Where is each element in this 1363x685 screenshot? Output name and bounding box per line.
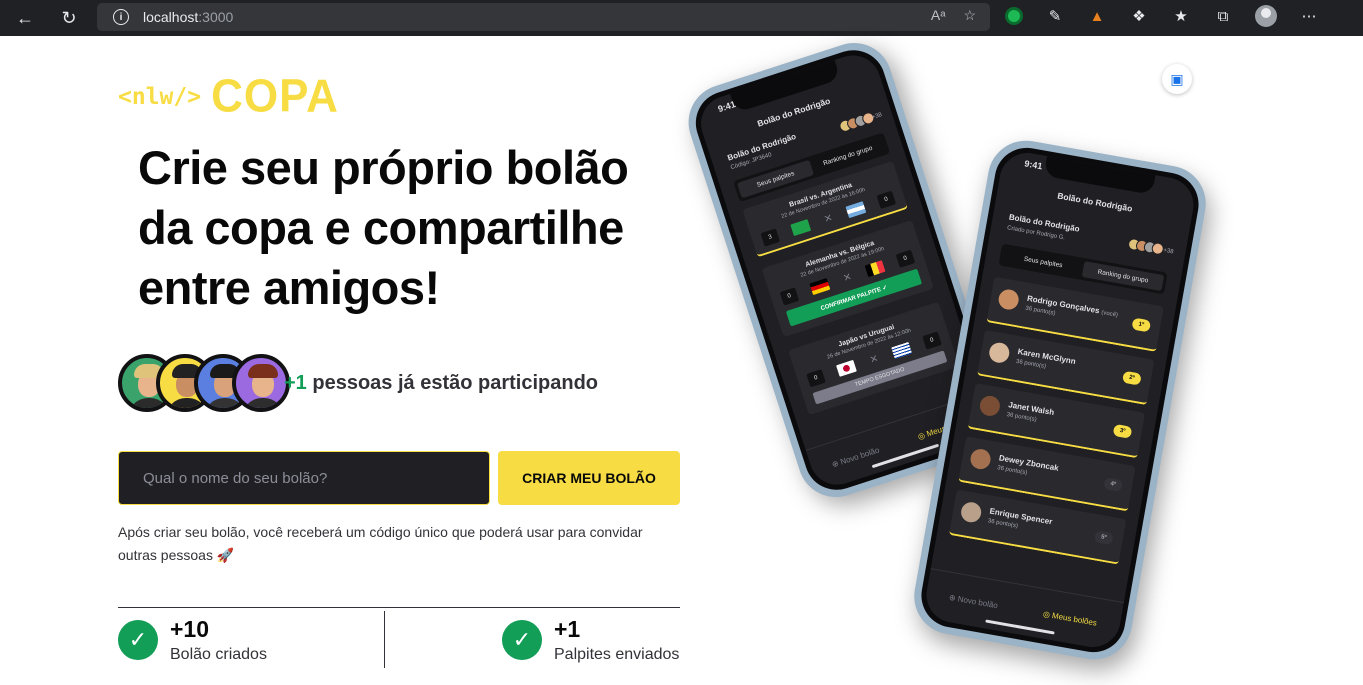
extension-pen-icon[interactable]: ✎: [1045, 6, 1065, 26]
ranking-avatar: [997, 287, 1021, 312]
ranking-avatar: [968, 447, 993, 471]
phone-mini-avatars: [1127, 237, 1165, 256]
site-info-icon[interactable]: i: [113, 9, 129, 25]
ranking-avatar: [959, 500, 983, 524]
stat-pools: ✓ +10 Bolão criados: [118, 616, 267, 664]
check-icon: ✓: [502, 620, 542, 660]
info-text: Após criar seu bolão, você receberá um c…: [118, 524, 643, 563]
phone-bottom-nav: ⊕ Novo bolão ◎ Meus bolões: [922, 568, 1124, 652]
address-bar[interactable]: i localhost:3000 Aᵃ ☆: [97, 3, 990, 31]
favorites-icon[interactable]: ★: [1171, 6, 1191, 26]
phone-time: 9:41: [1023, 158, 1044, 172]
phone-mockup-front: 9:41 Bolão do Rodrigão Bolão do Rodrigão…: [908, 134, 1212, 666]
ranking-points: 36 ponto(s): [996, 465, 1028, 477]
participants-count: +1 pessoas já estão participando: [284, 372, 598, 395]
reload-icon[interactable]: ↻: [52, 3, 86, 33]
phone-mini-avatars: [837, 110, 876, 134]
divider-vertical: [384, 611, 385, 668]
ranking-points: 36 ponto(s): [987, 518, 1019, 530]
metamask-fox-icon[interactable]: ▲: [1087, 6, 1107, 26]
flag-japan-icon: [836, 359, 858, 377]
phone-tab: Seus palpites: [1023, 255, 1064, 269]
ranking-position: 3º: [1112, 423, 1133, 439]
ranking-position: 4º: [1103, 477, 1124, 492]
ranking-points: 36 ponto(s): [1006, 411, 1038, 424]
stat-pools-label: Bolão criados: [170, 646, 267, 663]
flag-brazil-icon: [790, 218, 812, 236]
nlw-copa-logo: <nlw/> COPA: [118, 70, 339, 123]
favorite-icon[interactable]: ☆: [963, 7, 976, 24]
page-headline: Crie seu próprio bolão da copa e compart…: [138, 141, 629, 314]
phone-tab: Ranking do grupo: [1081, 261, 1165, 291]
ranking-you: (você): [1100, 309, 1119, 319]
avatar: [232, 354, 290, 412]
pool-name-input[interactable]: Qual o nome do seu bolão?: [118, 451, 490, 505]
ranking-points: 36 ponto(s): [1015, 358, 1047, 370]
flag-uruguay-icon: [890, 342, 912, 360]
phone-more-count: +38: [1162, 247, 1174, 256]
ranking-position: 2º: [1121, 370, 1142, 386]
stat-guesses-label: Palpites enviados: [554, 646, 680, 663]
logo-name: COPA: [211, 70, 339, 123]
extension-green-icon[interactable]: [1005, 7, 1023, 25]
ranking-position: 5º: [1093, 530, 1114, 546]
stat-guesses: ✓ +1 Palpites enviados: [502, 616, 679, 664]
ranking-avatar: [987, 341, 1011, 365]
nav-new-pool: ⊕ Novo bolão: [948, 592, 999, 611]
participants-plus: +1: [284, 372, 307, 394]
ranking-position: 1º: [1131, 317, 1152, 333]
check-icon: ✓: [118, 620, 158, 660]
game-score: 0: [876, 190, 897, 209]
game-score: 0: [779, 287, 800, 306]
browser-toolbar: ← ↻ i localhost:3000 Aᵃ ☆ ✎ ▲ ❖ ★ ⧉ ⋯: [0, 0, 1363, 36]
profile-avatar-icon[interactable]: [1255, 5, 1277, 27]
flag-germany-icon: [809, 277, 831, 295]
game-score: 0: [895, 249, 916, 268]
phone-more-count: +38: [871, 112, 883, 122]
logo-tag: <nlw/>: [118, 84, 202, 110]
participant-avatars: [118, 354, 290, 412]
extensions-puzzle-icon[interactable]: ❖: [1129, 6, 1149, 26]
divider: [118, 607, 680, 608]
flag-belgium-icon: [864, 260, 886, 278]
read-aloud-icon[interactable]: Aᵃ: [931, 7, 946, 24]
ranking-avatar: [978, 394, 1002, 418]
game-score: 0: [922, 331, 942, 350]
game-score: 0: [806, 369, 826, 388]
nav-my-pools: ◎ Meus bolões: [1042, 609, 1098, 628]
url-port: :3000: [198, 9, 234, 25]
create-pool-button[interactable]: CRIAR MEU BOLÃO: [498, 451, 680, 505]
phone-time: 9:41: [716, 99, 737, 115]
more-menu-icon[interactable]: ⋯: [1299, 6, 1319, 26]
collections-icon[interactable]: ⧉: [1213, 6, 1233, 26]
back-icon[interactable]: ←: [8, 3, 42, 33]
game-score: 3: [760, 228, 781, 247]
participants-text: pessoas já estão participando: [306, 372, 599, 394]
stat-guesses-value: +1: [554, 616, 581, 642]
flag-argentina-icon: [845, 201, 866, 219]
ranking-points: 36 ponto(s): [1024, 305, 1056, 317]
visual-search-icon[interactable]: ▣: [1162, 64, 1192, 94]
url-host: localhost: [143, 9, 199, 25]
stat-pools-value: +10: [170, 616, 210, 642]
